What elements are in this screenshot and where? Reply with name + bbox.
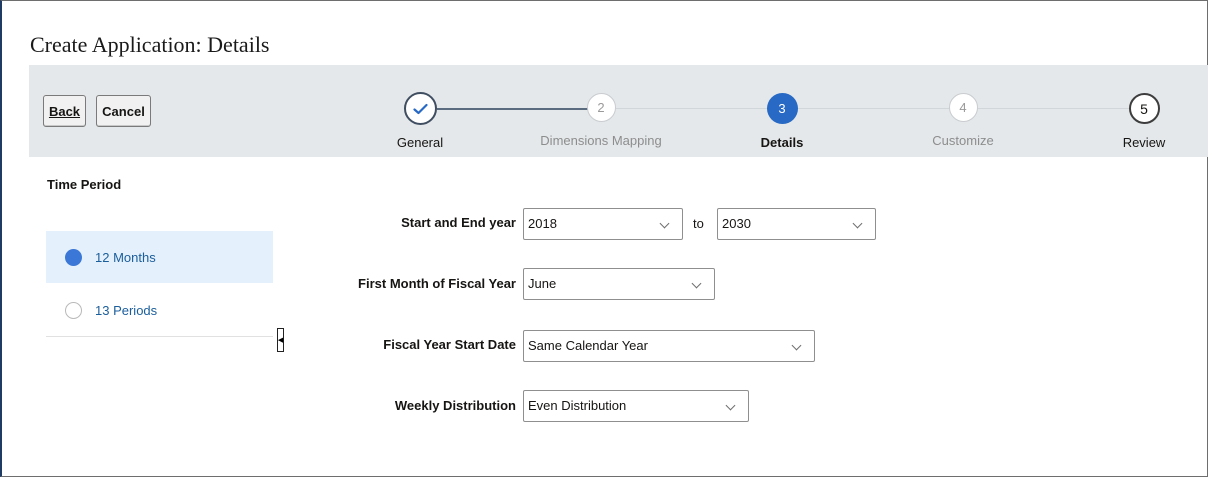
train-step-review[interactable]: 5 Review	[1064, 93, 1208, 150]
step-1-circle[interactable]	[403, 92, 437, 125]
weekly-distribution-label: Weekly Distribution	[394, 398, 516, 413]
end-year-select[interactable]: 2030	[717, 208, 876, 240]
radio-selected-icon[interactable]	[65, 248, 82, 266]
checkmark-icon	[412, 103, 428, 114]
option-13-periods[interactable]: 13 Periods	[46, 284, 273, 336]
chevron-down-icon	[691, 278, 702, 289]
radio-unselected-icon[interactable]	[65, 301, 82, 319]
fiscal-start-select[interactable]: Same Calendar Year	[523, 330, 815, 362]
chevron-down-icon	[725, 400, 736, 411]
step-2-circle: 2	[586, 93, 616, 122]
chevron-down-icon	[852, 218, 863, 229]
option-label: 12 Months	[95, 249, 156, 265]
option-label: 13 Periods	[95, 302, 158, 318]
step-3-circle: 3	[766, 93, 798, 124]
first-month-select[interactable]: June	[523, 268, 715, 300]
cancel-button[interactable]: Cancel	[96, 95, 151, 127]
range-connector-label: to	[693, 216, 704, 231]
option-12-months[interactable]: 12 Months	[46, 231, 273, 283]
step-5-circle[interactable]: 5	[1128, 93, 1160, 124]
step-3-label: Details	[760, 135, 804, 150]
time-period-heading: Time Period	[47, 177, 122, 192]
sidebar-divider	[46, 336, 273, 337]
fiscal-start-label: Fiscal Year Start Date	[383, 337, 516, 352]
train-step-dimensions-mapping: 2 Dimensions Mapping	[521, 93, 681, 148]
train-step-details: 3 Details	[702, 93, 862, 150]
start-year-select[interactable]: 2018	[523, 208, 683, 240]
back-button[interactable]: Back	[43, 95, 86, 127]
step-4-label: Customize	[932, 133, 994, 148]
step-1-label: General	[396, 135, 444, 150]
chevron-down-icon	[659, 218, 670, 229]
start-end-year-label: Start and End year	[401, 215, 516, 230]
step-2-label: Dimensions Mapping	[540, 133, 662, 148]
train-bar: Back Cancel General 2 Dimensions Mapping…	[29, 65, 1208, 157]
train-step-general[interactable]: General	[340, 92, 500, 150]
weekly-distribution-select[interactable]: Even Distribution	[523, 390, 749, 422]
application-window: Create Application: Details Back Cancel …	[0, 0, 1208, 477]
page-title: Create Application: Details	[30, 32, 270, 57]
train-step-customize: 4 Customize	[883, 93, 1043, 148]
step-5-label: Review	[1122, 135, 1166, 150]
chevron-down-icon	[791, 340, 802, 351]
step-4-circle: 4	[948, 93, 978, 122]
first-month-label: First Month of Fiscal Year	[358, 276, 516, 291]
